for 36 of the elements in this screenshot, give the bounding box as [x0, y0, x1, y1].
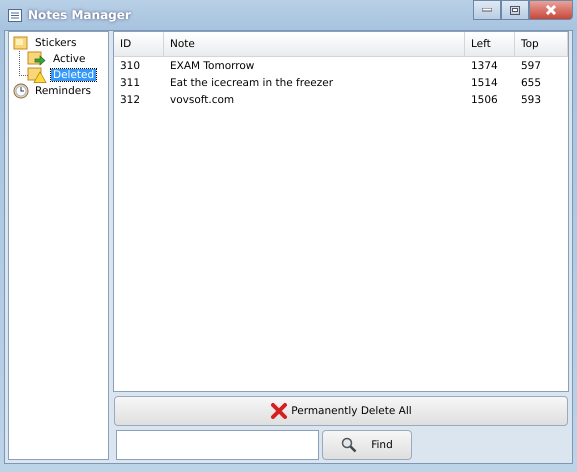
clock-icon	[13, 83, 29, 99]
close-icon	[270, 402, 288, 420]
maximize-icon	[510, 6, 520, 14]
table-cell-text: vovsoft.com	[169, 94, 236, 106]
find-button[interactable]: Find	[322, 430, 412, 460]
tree-item[interactable]: Reminders	[33, 85, 93, 97]
delete-all-button[interactable]: Permanently Delete All	[114, 396, 568, 426]
search-field[interactable]	[116, 430, 319, 460]
table-cell-text: 597	[520, 60, 542, 72]
tree-item[interactable]: Stickers	[33, 37, 78, 49]
table-cell-text: EXAM Tomorrow	[169, 60, 256, 72]
minimize-button[interactable]	[473, 0, 501, 20]
note-icon	[13, 35, 29, 51]
close-icon	[545, 5, 557, 15]
column-header[interactable]: Note	[164, 32, 465, 56]
note-warning-icon	[27, 67, 47, 83]
note-arrow-icon	[27, 51, 47, 67]
column-header[interactable]: Left	[465, 32, 515, 56]
window-icon	[8, 8, 22, 22]
table-cell-text: 310	[119, 60, 142, 72]
tree-item[interactable]: Active	[51, 53, 88, 65]
table-cell-text: 655	[520, 76, 542, 88]
table-cell-text: 311	[119, 76, 142, 88]
table-cell-text: Eat the icecream in the freezer	[169, 76, 334, 88]
close-button[interactable]	[529, 0, 573, 20]
window-title: Notes Manager	[28, 8, 131, 22]
table-cell-text: 312	[119, 94, 142, 106]
column-header[interactable]: Top	[515, 32, 568, 56]
minimize-icon	[482, 8, 492, 12]
table-cell-text: 1514	[470, 76, 499, 88]
column-header[interactable]: ID	[114, 32, 164, 56]
table-cell-text: 1506	[470, 94, 499, 106]
table-cell-text: 1374	[470, 60, 499, 72]
maximize-button[interactable]	[501, 0, 529, 20]
search-icon	[341, 437, 358, 453]
table-cell-text: 593	[520, 94, 542, 106]
